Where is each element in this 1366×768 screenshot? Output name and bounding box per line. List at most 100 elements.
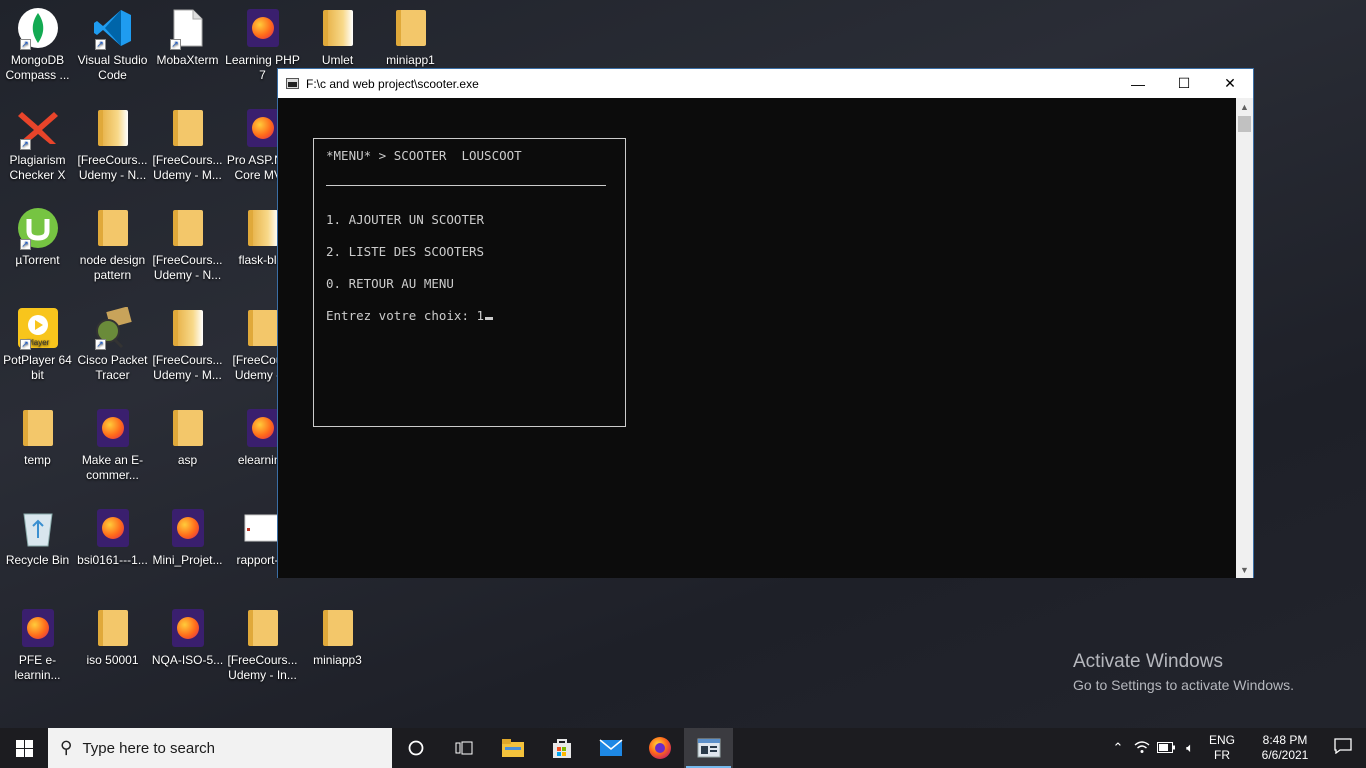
cisco-packet-tracer-icon: ↗	[91, 306, 135, 350]
desktop-icon-label: iso 50001	[86, 653, 139, 667]
firefox-pdf-icon	[166, 606, 210, 650]
menu-option-2: 2. LISTE DES SCOOTERS	[326, 244, 485, 259]
language-top: ENG	[1208, 733, 1235, 747]
desktop-icon[interactable]: miniapp1	[373, 6, 448, 68]
desktop-icon-label: miniapp1	[386, 53, 435, 67]
taskbar-microsoft-store[interactable]	[537, 728, 586, 768]
desktop-icon-label: miniapp3	[313, 653, 362, 667]
clock-time: 8:48 PM	[1262, 733, 1308, 747]
firefox-pdf-icon	[166, 506, 210, 550]
desktop-icon[interactable]: ↗ µTorrent	[0, 206, 75, 268]
window-titlebar[interactable]: F:\c and web project\scooter.exe — ☐ ✕	[278, 69, 1253, 98]
desktop-icon-label: Recycle Bin	[5, 553, 70, 567]
battery-icon[interactable]	[1154, 741, 1178, 756]
desktop-icon[interactable]: [FreeCours... Udemy - N...	[75, 106, 150, 183]
file-icon: ↗	[166, 6, 210, 50]
input-language[interactable]: ENG FR	[1202, 733, 1242, 763]
desktop-icon[interactable]: temp	[0, 406, 75, 468]
desktop-icon[interactable]: PFE e-learnin...	[0, 606, 75, 683]
cortana-circle-icon	[408, 740, 424, 756]
desktop-icon[interactable]: [FreeCours... Udemy - M...	[150, 106, 225, 183]
desktop-icon[interactable]: NQA-ISO-5...	[150, 606, 225, 668]
shortcut-arrow-icon: ↗	[19, 339, 31, 350]
notification-center-icon[interactable]	[1320, 738, 1366, 758]
shortcut-arrow-icon: ↗	[19, 139, 31, 150]
task-view-icon	[455, 741, 473, 755]
folder-icon	[91, 106, 135, 150]
task-view-button[interactable]	[440, 728, 488, 768]
desktop-icon[interactable]: ↗ MobaXterm	[150, 6, 225, 68]
folder-icon	[241, 606, 285, 650]
folder-icon	[316, 606, 360, 650]
menu-box: *MENU* > SCOOTER LOUSCOOT 1. AJOUTER UN …	[313, 138, 626, 427]
utorrent-icon: ↗	[16, 206, 60, 250]
volume-icon[interactable]: 🔈︎	[1178, 740, 1202, 756]
shortcut-arrow-icon: ↗	[19, 239, 31, 250]
firefox-icon	[648, 737, 671, 759]
notification-bubble-icon	[1334, 738, 1352, 755]
taskbar-file-explorer[interactable]	[488, 728, 537, 768]
desktop-icon-label: µTorrent	[15, 253, 60, 267]
choice-input[interactable]: 1	[477, 308, 485, 323]
wifi-icon[interactable]	[1130, 740, 1154, 757]
battery-level-icon	[1157, 741, 1175, 753]
desktop-icon[interactable]: ↗ Visual Studio Code	[75, 6, 150, 83]
choice-prompt: Entrez votre choix:	[326, 308, 477, 323]
desktop-icon[interactable]: ↗ Cisco Packet Tracer	[75, 306, 150, 383]
desktop-icon[interactable]: ↗ Plagiarism Checker X	[0, 106, 75, 183]
desktop-icon-label: Visual Studio Code	[77, 53, 148, 82]
activate-subtitle: Go to Settings to activate Windows.	[1073, 677, 1294, 693]
desktop-icon[interactable]: miniapp3	[300, 606, 375, 668]
text-cursor	[485, 317, 494, 320]
desktop-icon[interactable]: ↗ MongoDB Compass ...	[0, 6, 75, 83]
recycle-bin-icon	[16, 506, 60, 550]
vertical-scrollbar[interactable]: ▲ ▼	[1236, 98, 1253, 578]
desktop-icon[interactable]: [FreeCours... Udemy - In...	[225, 606, 300, 683]
potplayer-icon: Player ↗	[16, 306, 60, 350]
scrollbar-thumb[interactable]	[1238, 116, 1251, 132]
desktop-icon-label: temp	[24, 453, 51, 467]
system-tray: ⌃ 🔈︎ ENG FR 8:48 PM 6/6/2021	[1106, 728, 1366, 768]
desktop-icon[interactable]: [FreeCours... Udemy - M...	[150, 306, 225, 383]
clock-date: 6/6/2021	[1261, 748, 1309, 762]
folder-icon	[316, 6, 360, 50]
desktop-icon[interactable]: [FreeCours... Udemy - N...	[150, 206, 225, 283]
desktop-icon[interactable]: bsi0161---1...	[75, 506, 150, 568]
taskbar-console-app[interactable]	[684, 728, 733, 768]
desktop-icon[interactable]: Umlet	[300, 6, 375, 68]
window-title: F:\c and web project\scooter.exe	[306, 76, 479, 91]
minimize-button[interactable]: —	[1115, 69, 1161, 98]
console-window[interactable]: F:\c and web project\scooter.exe — ☐ ✕ *…	[277, 68, 1254, 578]
desktop-icon-label: Make an E-commer...	[81, 453, 144, 482]
desktop-icon-label: [FreeCours... Udemy - N...	[77, 153, 148, 182]
desktop-icon[interactable]: asp	[150, 406, 225, 468]
scroll-up-icon[interactable]: ▲	[1236, 98, 1253, 115]
desktop-icon-label: [FreeCours... Udemy - M...	[152, 153, 223, 182]
maximize-button[interactable]: ☐	[1161, 69, 1207, 98]
folder-icon	[166, 106, 210, 150]
clock[interactable]: 8:48 PM 6/6/2021	[1250, 733, 1320, 763]
scroll-down-icon[interactable]: ▼	[1236, 561, 1253, 578]
windows-logo-icon	[15, 739, 33, 757]
taskbar-firefox[interactable]	[635, 728, 684, 768]
desktop-icon-label: PotPlayer 64 bit	[3, 353, 72, 382]
desktop-icon-label: [FreeCours... Udemy - N...	[152, 253, 223, 282]
console-output[interactable]: *MENU* > SCOOTER LOUSCOOT 1. AJOUTER UN …	[278, 98, 1237, 578]
taskbar-mail[interactable]	[586, 728, 635, 768]
choice-prompt-line[interactable]: Entrez votre choix: 1	[326, 308, 494, 323]
shortcut-arrow-icon: ↗	[94, 339, 106, 350]
desktop-icon[interactable]: Mini_Projet...	[150, 506, 225, 568]
desktop-icon[interactable]: Player ↗ PotPlayer 64 bit	[0, 306, 75, 383]
folder-icon	[16, 406, 60, 450]
desktop-icon[interactable]: Make an E-commer...	[75, 406, 150, 483]
taskbar-search[interactable]: ⚲ Type here to search	[48, 728, 392, 768]
desktop-icon[interactable]: iso 50001	[75, 606, 150, 668]
desktop-icon-label: bsi0161---1...	[77, 553, 148, 567]
start-button[interactable]	[0, 728, 48, 768]
cortana-button[interactable]	[392, 728, 440, 768]
chevron-up-icon[interactable]: ⌃	[1106, 740, 1130, 756]
desktop-icon[interactable]: node design pattern	[75, 206, 150, 283]
desktop-icon[interactable]: Recycle Bin	[0, 506, 75, 568]
close-button[interactable]: ✕	[1207, 69, 1253, 98]
mail-envelope-icon	[599, 739, 622, 756]
